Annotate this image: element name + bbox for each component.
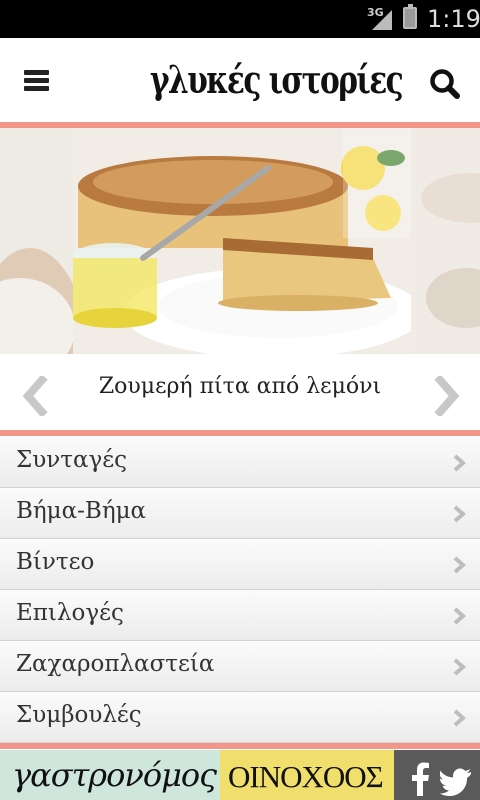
oinochoos-banner[interactable]: ΟΙΝΟΧΟΟΣ [220, 750, 394, 800]
chevron-right-icon [453, 607, 466, 625]
gastronomos-logo: γαστρονόμος [12, 756, 217, 794]
chevron-right-icon [453, 658, 466, 676]
menu-item-tips[interactable]: Συμβουλές [0, 692, 480, 743]
facebook-icon[interactable] [410, 762, 430, 796]
app-header: γλυκές ιστορίες [0, 38, 480, 122]
carousel-caption-area: Ζουμερή πίτα από λεμόνι [0, 354, 480, 430]
menu-item-label: Ζαχαροπλαστεία [16, 651, 215, 677]
signal-icon [372, 10, 392, 30]
search-icon[interactable] [420, 62, 468, 106]
carousel-caption[interactable]: Ζουμερή πίτα από λεμόνι [60, 374, 420, 399]
menu-item-label: Συμβουλές [16, 702, 142, 728]
menu-item-video[interactable]: Βίντεο [0, 539, 480, 590]
menu-item-label: Βίντεο [16, 549, 95, 575]
menu-item-pastry-shops[interactable]: Ζαχαροπλαστεία [0, 641, 480, 692]
chevron-right-icon[interactable] [428, 376, 464, 416]
next-slide-image[interactable] [411, 128, 480, 354]
menu-item-label: Βήμα-Βήμα [16, 498, 147, 524]
lemon-cake-photo[interactable] [73, 128, 411, 354]
category-menu: Συνταγές Βήμα-Βήμα Βίντεο Επιλογές Ζαχαρ… [0, 437, 480, 743]
partner-banner: γαστρονόμος ΟΙΝΟΧΟΟΣ [0, 750, 480, 800]
chevron-right-icon [453, 454, 466, 472]
app-logo[interactable]: γλυκές ιστορίες [150, 50, 404, 110]
status-bar: 3G 1:19 [0, 0, 480, 38]
chevron-left-icon[interactable] [18, 376, 54, 416]
menu-item-label: Επιλογές [16, 600, 124, 626]
chevron-right-icon [453, 505, 466, 523]
twitter-icon[interactable] [440, 768, 472, 796]
menu-item-selections[interactable]: Επιλογές [0, 590, 480, 641]
menu-item-step-by-step[interactable]: Βήμα-Βήμα [0, 488, 480, 539]
oinochoos-logo: ΟΙΝΟΧΟΟΣ [228, 759, 384, 794]
battery-icon [403, 4, 417, 29]
menu-item-label: Συνταγές [16, 447, 128, 473]
menu-item-recipes[interactable]: Συνταγές [0, 437, 480, 488]
divider [0, 430, 480, 436]
chevron-right-icon [453, 556, 466, 574]
social-links [394, 750, 480, 800]
hamburger-menu-icon[interactable] [14, 62, 62, 102]
gastronomos-banner[interactable]: γαστρονόμος [0, 750, 220, 800]
previous-slide-image[interactable] [0, 128, 73, 354]
divider [0, 743, 480, 749]
status-time: 1:19 [427, 5, 480, 33]
chevron-right-icon [453, 709, 466, 727]
featured-carousel[interactable] [0, 128, 480, 354]
